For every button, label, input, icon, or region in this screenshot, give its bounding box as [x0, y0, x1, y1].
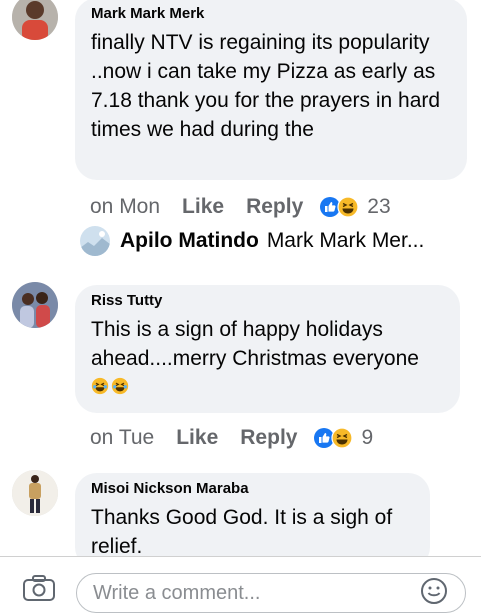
reply-snippet: Mark Mark Mer...: [266, 229, 425, 252]
comment-bubble: Riss Tutty This is a sign of happy holid…: [75, 285, 460, 413]
comment-bubble: Mark Mark Merk finally NTV is regaining …: [75, 0, 467, 180]
comment-bubble: Misoi Nickson Maraba Thanks Good God. It…: [75, 473, 430, 569]
comment-author[interactable]: Mark Mark Merk: [91, 4, 453, 24]
comment-text: This is a sign of happy holidays ahead..…: [91, 318, 419, 370]
avatar[interactable]: [12, 0, 58, 40]
comment-input[interactable]: Write a comment...: [76, 573, 466, 613]
comment-author[interactable]: Misoi Nickson Maraba: [91, 479, 416, 499]
smiley-icon[interactable]: [420, 577, 448, 605]
comment-actions: on Tue Like Reply 9: [90, 426, 373, 450]
comment-composer: Write a comment...: [0, 556, 481, 613]
haha-icon: [331, 427, 354, 449]
like-button[interactable]: Like: [182, 195, 224, 219]
reply-avatar: [80, 226, 110, 256]
laughing-emoji-icon: [91, 377, 109, 395]
comment-time[interactable]: on Mon: [90, 195, 160, 219]
comment-actions: on Mon Like Reply 23: [90, 195, 391, 219]
haha-icon: [337, 196, 359, 218]
reply-button[interactable]: Reply: [240, 426, 297, 450]
laughing-emoji-icon: [111, 377, 129, 395]
like-button[interactable]: Like: [176, 426, 218, 450]
avatar[interactable]: [12, 282, 58, 328]
comment-time[interactable]: on Tue: [90, 426, 154, 450]
camera-icon[interactable]: [22, 575, 56, 601]
comment-emojis: [91, 377, 446, 395]
comment-text: Thanks Good God. It is a sigh of relief.: [91, 506, 393, 558]
reply-button[interactable]: Reply: [246, 195, 303, 219]
reaction-summary[interactable]: 23: [319, 195, 391, 219]
reaction-summary[interactable]: 9: [313, 426, 373, 450]
avatar[interactable]: [12, 470, 58, 516]
reply-preview[interactable]: Apilo Matindo Mark Mark Mer...: [80, 226, 424, 256]
comment-text: finally NTV is regaining its popularity …: [91, 31, 441, 141]
reaction-count: 23: [367, 195, 391, 218]
reply-author[interactable]: Apilo Matindo: [120, 229, 259, 253]
reaction-count: 9: [361, 426, 374, 449]
comment-author[interactable]: Riss Tutty: [91, 291, 446, 311]
